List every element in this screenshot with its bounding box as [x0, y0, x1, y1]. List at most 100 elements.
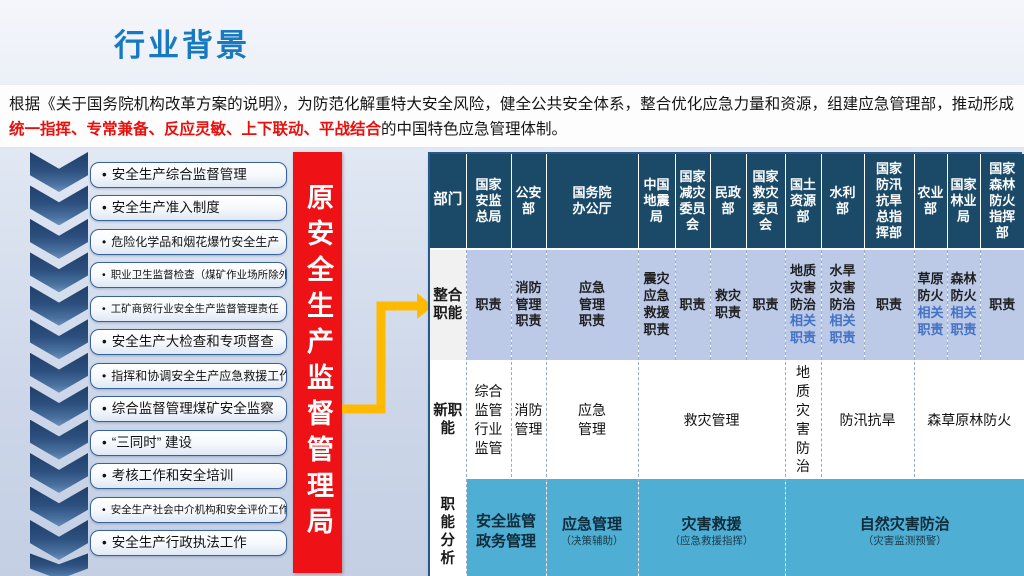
integrated-cell: 草原防火相关职责 — [914, 249, 947, 361]
dept-header-cell: 农业部 — [914, 154, 947, 249]
analysis-cell: 灾害救援（应急救援指挥） — [638, 478, 785, 576]
integrated-cell: 森林防火相关职责 — [947, 249, 980, 361]
integrated-cell: 消防管理职责 — [511, 249, 546, 361]
dept-header-cell: 国家森林防火指挥部 — [980, 154, 1024, 249]
integrated-cell: 职责 — [980, 249, 1024, 361]
integrated-cell: 职责 — [466, 249, 511, 361]
slide: 行业背景 根据《关于国务院机构改革方案的说明》，为防范化解重特大安全风险，健全公… — [0, 0, 1024, 576]
dept-header-label: 国家林业局 — [949, 177, 979, 225]
dept-header-cell: 国家防汛抗旱总指挥部 — [864, 154, 914, 249]
bullet-icon: • — [102, 468, 107, 483]
dept-header-label: 国家安监总局 — [474, 177, 504, 225]
bullet-icon: • — [102, 504, 106, 516]
duty-item-label: 指挥和协调安全生产应急救援工作 — [111, 369, 287, 383]
integrated-cell-text: 救灾职责 — [713, 288, 743, 322]
dept-header-cell: 国家救灾委员会 — [746, 154, 785, 249]
integrated-cell: 地质灾害防治相关职责 — [785, 249, 821, 361]
new-function-text: 应急管理 — [577, 401, 607, 439]
dept-header-cell: 国家减灾委员会 — [675, 154, 710, 249]
duty-item-label: “三同时” 建设 — [112, 435, 192, 450]
duty-item-label: 工矿商贸行业安全生产监督管理责任 — [111, 303, 279, 315]
dept-header-label: 国家森林防火指挥部 — [987, 161, 1017, 240]
integrated-cell: 震灾应急救援职责 — [638, 249, 675, 361]
bullet-icon: • — [102, 334, 107, 349]
new-function-text: 森草原林防火 — [927, 411, 1011, 430]
dept-header-label: 国家救灾委员会 — [751, 169, 781, 232]
duty-item: • 指挥和协调安全生产应急救援工作 — [90, 363, 287, 389]
dept-header-cell: 国家安监总局 — [466, 154, 511, 249]
bullet-icon: • — [102, 369, 106, 383]
related-duty-text: 相关职责 — [917, 305, 943, 337]
analysis-cell: 安全监管政务管理 — [466, 478, 546, 576]
integrated-cell-text: 职责 — [876, 297, 902, 314]
bullet-icon: • — [102, 303, 106, 315]
row-label-new: 新职能 — [430, 361, 466, 478]
duty-item-label: 安全生产综合监督管理 — [112, 167, 247, 182]
duty-item-label: 安全生产大检查和专项督查 — [112, 334, 274, 349]
row-label-text: 职能分析 — [440, 496, 456, 569]
new-function-cell: 救灾管理 — [638, 361, 785, 478]
integrated-cell-text: 森林防火相关职责 — [949, 271, 979, 339]
new-function-cell: 应急管理 — [546, 361, 638, 478]
row-label-text: 新职能 — [432, 402, 464, 438]
integrated-cell: 水旱灾害防治相关职责 — [821, 249, 864, 361]
analysis-note: （决策辅助） — [548, 535, 637, 549]
duty-item: •职业卫生监督检查（煤矿作业场所除外） — [90, 262, 287, 288]
related-duty-text: 相关职责 — [790, 313, 816, 345]
integrated-cell-text: 职责 — [989, 297, 1015, 314]
new-function-cell: 综合监管行业监管 — [466, 361, 511, 478]
intro-before: 根据《关于国务院机构改革方案的说明》，为防范化解重特大安全风险，健全公共安全体系… — [9, 96, 1014, 113]
new-function-text: 地质灾害防治 — [796, 363, 811, 476]
integrated-cell: 救灾职责 — [710, 249, 746, 361]
intro-text: 根据《关于国务院机构改革方案的说明》，为防范化解重特大安全风险，健全公共安全体系… — [0, 84, 1024, 148]
duty-item-label: 考核工作和安全培训 — [112, 468, 234, 483]
integrated-cell-text: 职责 — [752, 297, 778, 314]
duty-item-label: 综合监督管理煤矿安全监察 — [112, 401, 274, 416]
analysis-cell-text: 灾害救援 — [681, 515, 741, 535]
dept-header-label: 国家减灾委员会 — [678, 169, 708, 232]
bullet-icon: • — [102, 401, 107, 416]
dept-header-label: 水利部 — [828, 185, 858, 217]
integrated-cell-text: 职责 — [679, 297, 705, 314]
integrated-cell-text: 应急管理职责 — [577, 280, 607, 331]
duty-item-label: 安全生产准入制度 — [112, 200, 220, 215]
dept-header-label: 国土资源部 — [788, 177, 818, 225]
dept-header-label: 国务院办公厅 — [568, 185, 616, 217]
duty-item: •危险化学品和烟花爆竹安全生产 — [90, 229, 287, 255]
dept-header-cell: 国家林业局 — [947, 154, 980, 249]
dept-header-cell: 国土资源部 — [785, 154, 821, 249]
duty-item-label: 安全生产社会中介机构和安全评价工作 — [111, 504, 287, 516]
analysis-note: （应急救援指挥） — [640, 535, 784, 549]
integrated-cell: 职责 — [864, 249, 914, 361]
bullet-icon: • — [102, 235, 106, 249]
integrated-cell-text: 地质灾害防治相关职责 — [788, 263, 818, 347]
dept-header-cell: 公安部 — [511, 154, 546, 249]
duty-item: • 考核工作和安全培训 — [90, 463, 287, 489]
dept-header-cell: 中国地震局 — [638, 154, 675, 249]
bullet-icon: • — [102, 200, 107, 215]
dept-header-cell: 国务院办公厅 — [546, 154, 638, 249]
duty-item: •安全生产行政执法工作 — [90, 530, 287, 556]
analysis-cell: 应急管理（决策辅助） — [546, 478, 638, 576]
dept-header-cell: 民政部 — [710, 154, 746, 249]
related-duty-text: 相关职责 — [829, 313, 855, 345]
new-function-cell: 消防管理 — [511, 361, 546, 478]
intro-highlight: 统一指挥、专常兼备、反应灵敏、上下联动、平战结合 — [9, 121, 381, 138]
analysis-note: （灾害监测预警） — [787, 535, 1024, 549]
dept-header-label: 国家防汛抗旱总指挥部 — [874, 161, 904, 240]
red-banner: 原安全生产监督管理局 — [293, 152, 342, 573]
integrated-cell: 职责 — [675, 249, 710, 361]
integrated-cell: 职责 — [746, 249, 785, 361]
duty-chevron-icon — [30, 152, 88, 192]
page-title: 行业背景 — [114, 20, 250, 65]
integrated-cell-text: 草原防火相关职责 — [916, 271, 946, 339]
integrated-cell: 应急管理职责 — [546, 249, 638, 361]
bullet-icon: • — [102, 435, 107, 450]
dept-header-label: 农业部 — [916, 185, 946, 217]
new-function-cell: 防汛抗旱 — [821, 361, 914, 478]
duty-item: • 综合监督管理煤矿安全监察 — [90, 396, 287, 422]
new-function-cell: 地质灾害防治 — [785, 361, 821, 478]
bullet-icon: • — [102, 167, 107, 182]
functions-table: 部门国家安监总局公安部国务院办公厅中国地震局国家减灾委员会民政部国家救灾委员会国… — [428, 152, 1022, 576]
analysis-cell-text: 自然灾害防治 — [860, 515, 950, 535]
